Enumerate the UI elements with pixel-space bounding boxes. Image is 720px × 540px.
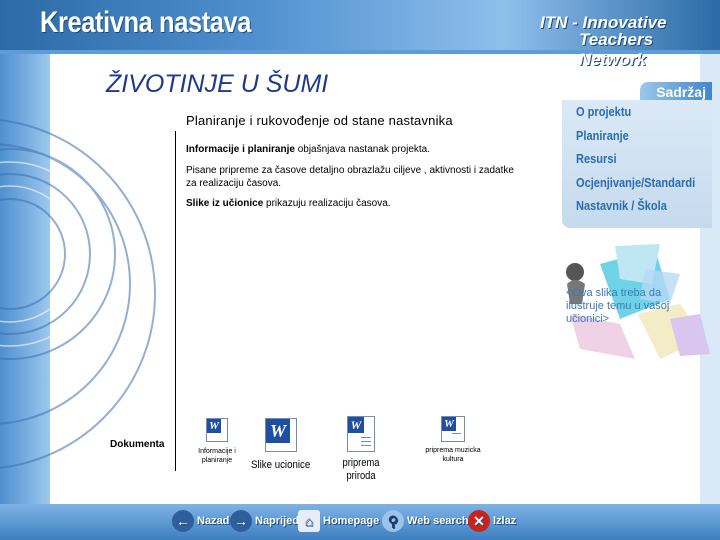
nav-forward-button[interactable]: → Naprijed — [230, 508, 299, 534]
document-slike-ucionice[interactable]: W Slike ucionice — [244, 418, 318, 472]
document-informacije-planiranje[interactable]: W Informacije i planiranje — [190, 418, 244, 465]
nav-exit-label: Izlaz — [493, 515, 517, 527]
nav-homepage-button[interactable]: ⌂ Homepage — [298, 508, 379, 534]
word-document-icon: W — [265, 418, 297, 452]
content-divider — [175, 131, 176, 471]
nav-web-search-label: Web search — [407, 515, 469, 527]
menu-item-ocjenjivanje-standardi[interactable]: Ocjenjivanje/Standardi — [576, 175, 695, 190]
network-name-line2: Teachers Network — [579, 30, 654, 69]
document-priprema-priroda[interactable]: W priprema priroda — [322, 416, 400, 483]
nav-homepage-label: Homepage — [323, 515, 380, 527]
site-title: Kreativna nastava — [40, 6, 252, 39]
link-slike-iz-ucionice: Slike iz učionice — [186, 198, 264, 209]
nav-back-button[interactable]: ← Nazad — [172, 508, 229, 534]
decorative-curves — [0, 119, 156, 469]
link-informacije-planiranje: Informacije i planiranje — [186, 144, 295, 155]
arrow-right-icon: → — [230, 510, 252, 532]
home-icon: ⌂ — [298, 510, 320, 532]
document-label: Informacije i planiranje — [198, 448, 236, 464]
menu-item-nastavnik-skola[interactable]: Nastavnik / Škola — [576, 198, 667, 213]
image-placeholder-note: <Ova slika treba da ilustruje temu u vaš… — [566, 287, 670, 325]
magnifier-icon: ⚲ — [382, 510, 404, 532]
nav-exit-button[interactable]: ✕ Izlaz — [468, 508, 516, 534]
menu-item-planiranje[interactable]: Planiranje — [576, 128, 629, 143]
document-priprema-muzicka-kultura[interactable]: W priprema muzicka kultura — [418, 416, 488, 464]
paragraph-lesson-plans: Pisane pripreme za časove detaljno obraz… — [186, 165, 514, 189]
documents-label: Dokumenta — [110, 439, 165, 450]
nav-forward-label: Naprijed — [255, 515, 300, 527]
close-icon: ✕ — [468, 510, 490, 532]
document-label: Slike ucionice — [251, 459, 311, 471]
arrow-left-icon: ← — [172, 510, 194, 532]
paragraph-information: Informacije i planiranje objašnjava nast… — [186, 143, 516, 156]
contents-tab: Sadržaj — [640, 82, 712, 102]
paragraph-information-text: objašnjava nastanak projekta. — [294, 144, 431, 155]
paragraph-classroom-images-text: prikazuju realizaciju časova. — [263, 198, 391, 209]
document-label: priprema muzicka kultura — [425, 447, 481, 463]
menu-item-resursi[interactable]: Resursi — [576, 151, 617, 166]
document-label: priprema priroda — [342, 457, 380, 482]
menu-item-o-projektu[interactable]: O projektu — [576, 104, 631, 119]
nav-web-search-button[interactable]: ⚲ Web search — [382, 508, 469, 534]
word-document-icon: W — [347, 416, 375, 452]
paragraph-classroom-images: Slike iz učionice prikazuju realizaciju … — [186, 197, 516, 210]
section-title: Planiranje i rukovođenje od stane nastav… — [186, 113, 453, 128]
page-title: ŽIVOTINJE U ŠUMI — [106, 70, 329, 98]
word-document-icon: W — [206, 418, 228, 442]
nav-back-label: Nazad — [197, 515, 230, 527]
word-document-icon: W — [441, 416, 465, 442]
